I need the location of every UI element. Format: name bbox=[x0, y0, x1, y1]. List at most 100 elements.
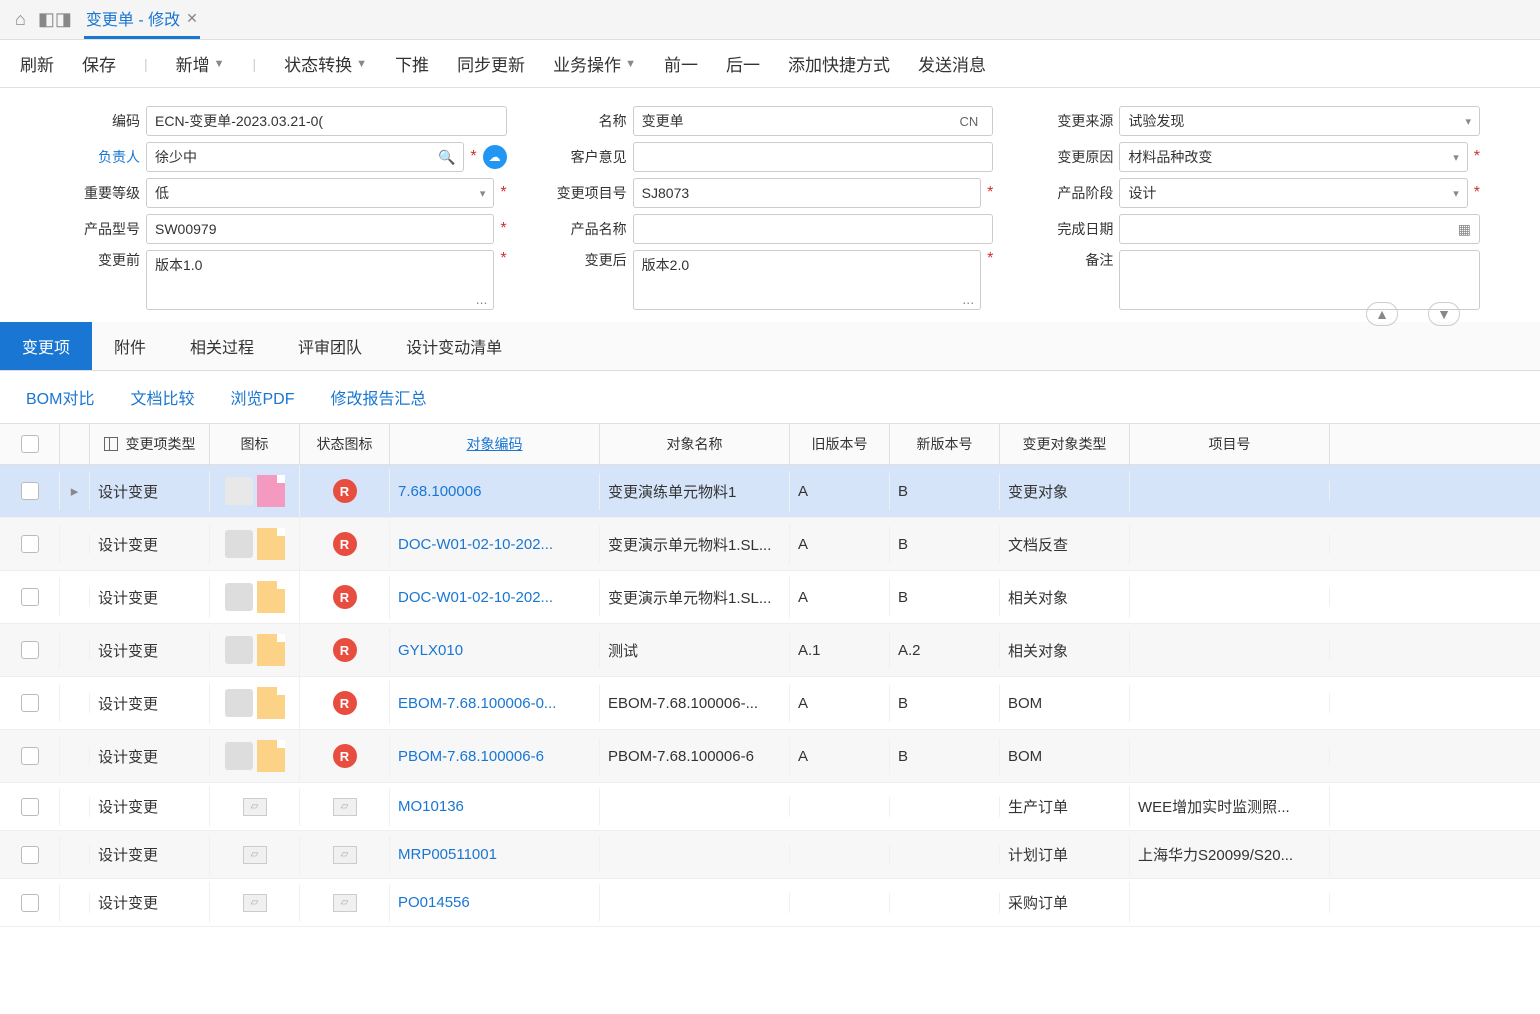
col-proj[interactable]: 项目号 bbox=[1130, 424, 1330, 464]
prev-button[interactable]: 前一 bbox=[664, 51, 698, 76]
expand-toggle[interactable] bbox=[60, 893, 90, 913]
cell-code[interactable]: DOC-W01-02-10-202... bbox=[390, 579, 600, 616]
scroll-up-button[interactable]: ▲ bbox=[1366, 302, 1398, 326]
remark-input[interactable] bbox=[1119, 250, 1480, 310]
search-icon[interactable]: 🔍 bbox=[438, 149, 455, 166]
row-checkbox[interactable] bbox=[21, 641, 39, 659]
level-select[interactable]: 低 bbox=[146, 178, 494, 208]
table-row[interactable]: ▸设计变更R7.68.100006变更演练单元物料1AB变更对象 bbox=[0, 465, 1540, 518]
columns-icon[interactable] bbox=[104, 437, 118, 451]
col-status[interactable]: 状态图标 bbox=[300, 424, 390, 464]
table-row[interactable]: 设计变更RDOC-W01-02-10-202...变更演示单元物料1.SL...… bbox=[0, 571, 1540, 624]
cell-status: R bbox=[300, 734, 390, 778]
after-input[interactable]: 版本2.0... bbox=[633, 250, 981, 310]
row-checkbox[interactable] bbox=[21, 694, 39, 712]
apps-icon[interactable]: ◧◨ bbox=[38, 9, 72, 30]
table-row[interactable]: 设计变更RGYLX010测试A.1A.2相关对象 bbox=[0, 624, 1540, 677]
action-link-3[interactable]: 修改报告汇总 bbox=[330, 385, 426, 409]
send-button[interactable]: 发送消息 bbox=[918, 51, 986, 76]
expand-toggle[interactable]: ▸ bbox=[60, 472, 90, 510]
source-select[interactable]: 试验发现 bbox=[1119, 106, 1480, 136]
cell-code[interactable]: PBOM-7.68.100006-6 bbox=[390, 738, 600, 775]
row-checkbox[interactable] bbox=[21, 747, 39, 765]
cell-code[interactable]: PO014556 bbox=[390, 884, 600, 921]
subtab-1[interactable]: 附件 bbox=[92, 322, 168, 370]
push-button[interactable]: 下推 bbox=[395, 51, 429, 76]
cell-code[interactable]: 7.68.100006 bbox=[390, 473, 600, 510]
status-badge: R bbox=[333, 532, 357, 556]
subtab-4[interactable]: 设计变动清单 bbox=[384, 322, 524, 370]
expand-toggle[interactable] bbox=[60, 845, 90, 865]
col-oldv[interactable]: 旧版本号 bbox=[790, 424, 890, 464]
expand-toggle[interactable] bbox=[60, 693, 90, 713]
select-all-checkbox[interactable] bbox=[21, 435, 39, 453]
row-checkbox[interactable] bbox=[21, 846, 39, 864]
subtab-3[interactable]: 评审团队 bbox=[276, 322, 384, 370]
state-button[interactable]: 状态转换▼ bbox=[284, 51, 367, 76]
expand-toggle[interactable] bbox=[60, 587, 90, 607]
table-row[interactable]: 设计变更▱▱MO10136生产订单WEE增加实时监测照... bbox=[0, 783, 1540, 831]
table-row[interactable]: 设计变更RPBOM-7.68.100006-6PBOM-7.68.100006-… bbox=[0, 730, 1540, 783]
owner-input[interactable]: 徐少中🔍 bbox=[146, 142, 464, 172]
action-link-1[interactable]: 文档比较 bbox=[130, 385, 194, 409]
action-link-2[interactable]: 浏览PDF bbox=[230, 385, 294, 409]
cell-code[interactable]: DOC-W01-02-10-202... bbox=[390, 526, 600, 563]
col-newv[interactable]: 新版本号 bbox=[890, 424, 1000, 464]
expand-toggle[interactable] bbox=[60, 534, 90, 554]
cell-proj bbox=[1130, 693, 1330, 713]
refresh-button[interactable]: 刷新 bbox=[20, 51, 54, 76]
col-code[interactable]: 对象编码 bbox=[390, 424, 600, 464]
link-bar: BOM对比 文档比较 浏览PDF 修改报告汇总 bbox=[0, 371, 1540, 423]
biz-button[interactable]: 业务操作▼ bbox=[553, 51, 636, 76]
row-checkbox[interactable] bbox=[21, 482, 39, 500]
row-checkbox[interactable] bbox=[21, 588, 39, 606]
model-input[interactable]: SW00979 bbox=[146, 214, 494, 244]
name-input[interactable]: 变更单CN bbox=[633, 106, 994, 136]
finish-date[interactable]: ▦ bbox=[1119, 214, 1480, 244]
table-row[interactable]: 设计变更▱▱PO014556采购订单 bbox=[0, 879, 1540, 927]
gear-icon bbox=[225, 477, 253, 505]
row-checkbox[interactable] bbox=[21, 535, 39, 553]
table-row[interactable]: 设计变更RDOC-W01-02-10-202...变更演示单元物料1.SL...… bbox=[0, 518, 1540, 571]
shortcut-button[interactable]: 添加快捷方式 bbox=[788, 51, 890, 76]
calendar-icon[interactable]: ▦ bbox=[1458, 221, 1471, 238]
row-checkbox[interactable] bbox=[21, 894, 39, 912]
cell-type: 设计变更 bbox=[90, 882, 210, 923]
save-button[interactable]: 保存 bbox=[82, 51, 116, 76]
cell-icon: ▱ bbox=[210, 836, 300, 874]
subtab-2[interactable]: 相关过程 bbox=[168, 322, 276, 370]
home-icon[interactable]: ⌂ bbox=[15, 9, 26, 30]
next-button[interactable]: 后一 bbox=[726, 51, 760, 76]
opinion-input[interactable] bbox=[633, 142, 994, 172]
sync-button[interactable]: 同步更新 bbox=[457, 51, 525, 76]
expand-toggle[interactable] bbox=[60, 746, 90, 766]
projno-input[interactable]: SJ8073 bbox=[633, 178, 981, 208]
subtab-0[interactable]: 变更项 bbox=[0, 322, 92, 370]
col-type[interactable]: 变更项类型 bbox=[90, 424, 210, 464]
col-objtype[interactable]: 变更对象类型 bbox=[1000, 424, 1130, 464]
phase-select[interactable]: 设计 bbox=[1119, 178, 1467, 208]
cell-code[interactable]: GYLX010 bbox=[390, 632, 600, 669]
cell-code[interactable]: MRP00511001 bbox=[390, 836, 600, 873]
col-icon[interactable]: 图标 bbox=[210, 424, 300, 464]
reason-select[interactable]: 材料品种改变 bbox=[1119, 142, 1467, 172]
owner-label[interactable]: 负责人 bbox=[60, 147, 140, 167]
new-button[interactable]: 新增▼ bbox=[176, 51, 225, 76]
code-input[interactable]: ECN-变更单-2023.03.21-0( bbox=[146, 106, 507, 136]
close-icon[interactable]: ✕ bbox=[186, 10, 198, 27]
expand-toggle[interactable] bbox=[60, 640, 90, 660]
page-tab[interactable]: 变更单 - 修改 ✕ bbox=[84, 0, 200, 39]
before-input[interactable]: 版本1.0... bbox=[146, 250, 494, 310]
row-checkbox[interactable] bbox=[21, 798, 39, 816]
col-name[interactable]: 对象名称 bbox=[600, 424, 790, 464]
prodname-input[interactable] bbox=[633, 214, 994, 244]
lang-badge[interactable]: CN bbox=[960, 114, 985, 129]
scroll-down-button[interactable]: ▼ bbox=[1428, 302, 1460, 326]
cell-code[interactable]: MO10136 bbox=[390, 788, 600, 825]
cell-code[interactable]: EBOM-7.68.100006-0... bbox=[390, 685, 600, 722]
action-link-0[interactable]: BOM对比 bbox=[26, 385, 94, 409]
table-row[interactable]: 设计变更▱▱MRP00511001计划订单上海华力S20099/S20... bbox=[0, 831, 1540, 879]
table-row[interactable]: 设计变更REBOM-7.68.100006-0...EBOM-7.68.1000… bbox=[0, 677, 1540, 730]
sync-badge-icon[interactable]: ☁ bbox=[483, 145, 507, 169]
expand-toggle[interactable] bbox=[60, 797, 90, 817]
